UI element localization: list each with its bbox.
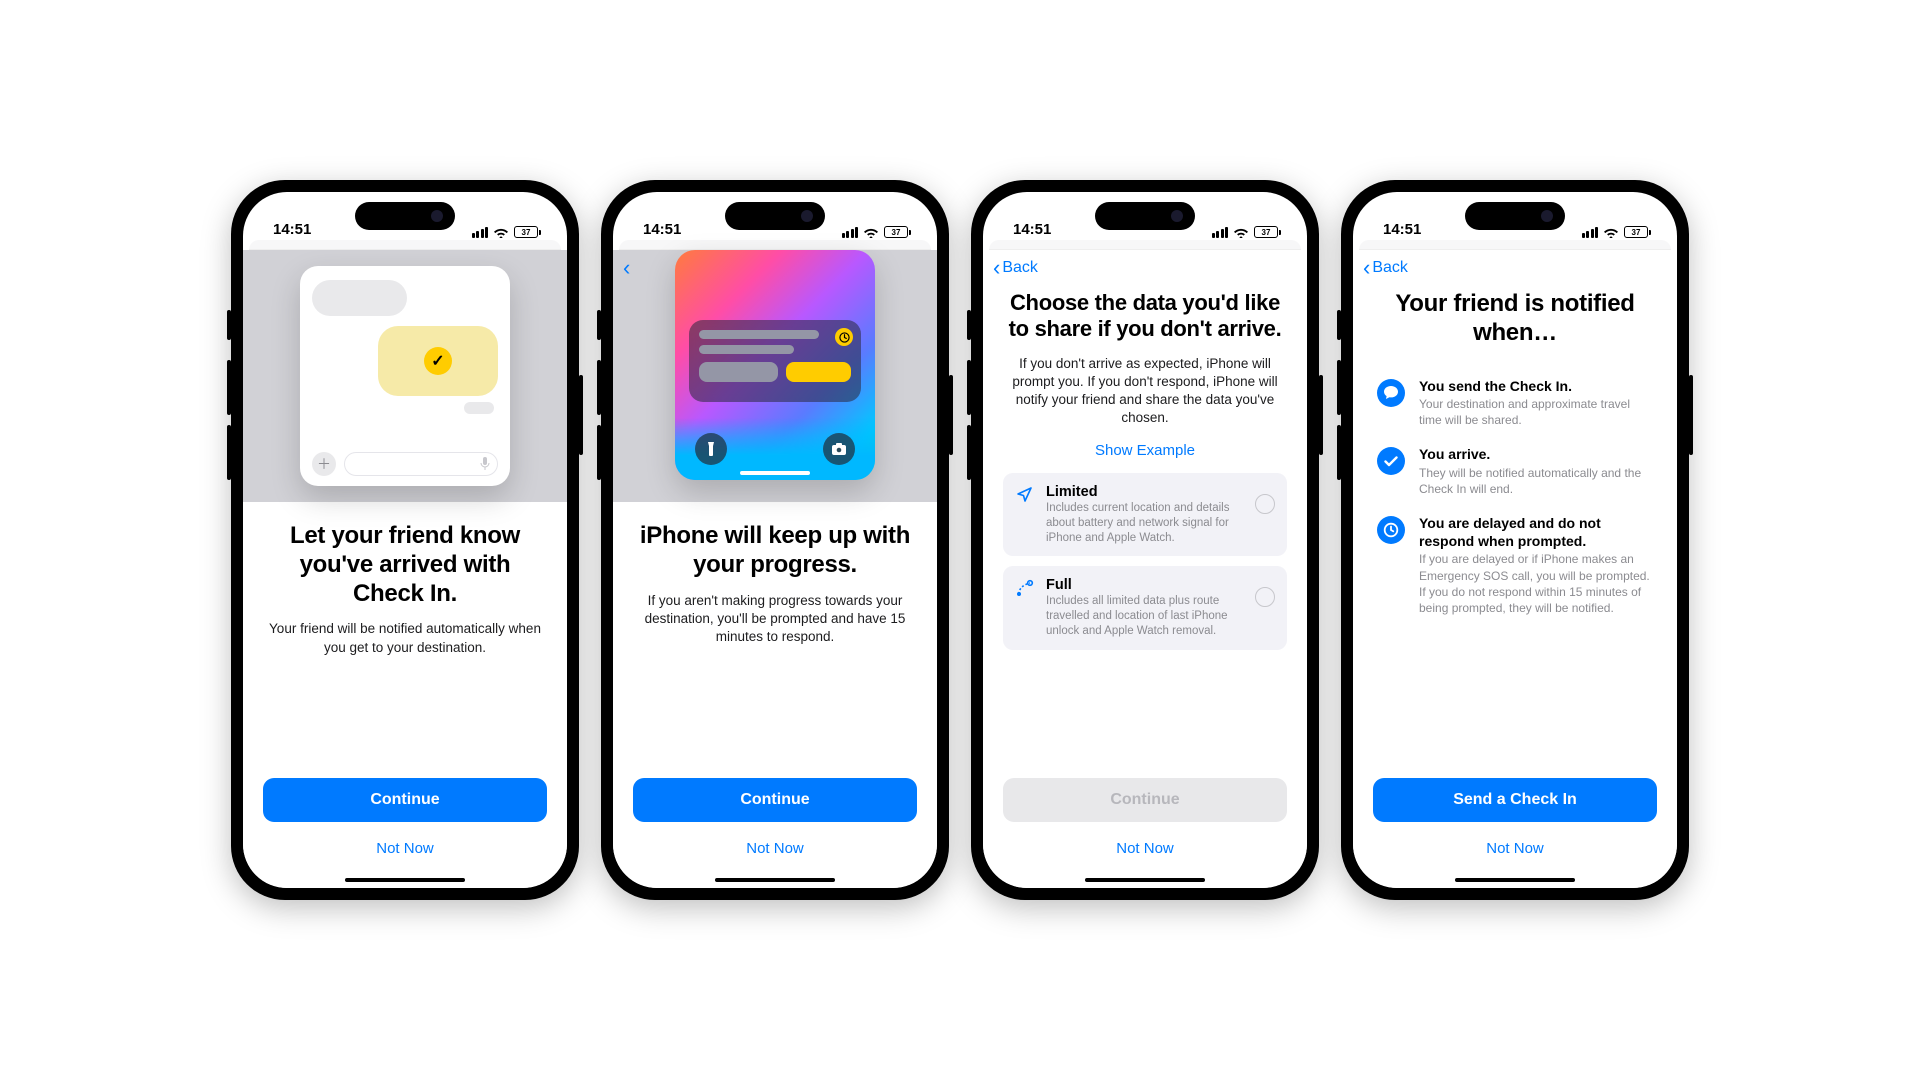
radio-unchecked-icon[interactable] [1255, 494, 1275, 514]
home-indicator[interactable] [345, 878, 465, 882]
chevron-left-icon: ‹ [623, 257, 630, 279]
option-title: Full [1046, 577, 1244, 593]
continue-button[interactable]: Continue [633, 778, 917, 822]
continue-button-disabled: Continue [1003, 778, 1287, 822]
dynamic-island [725, 202, 825, 230]
plus-icon: ＋ [312, 452, 336, 476]
route-icon [1015, 578, 1035, 598]
cellular-icon [1212, 227, 1229, 238]
battery-icon: 37 [1254, 226, 1281, 238]
incoming-tail-placeholder [464, 402, 494, 414]
option-desc: Includes current location and details ab… [1046, 501, 1244, 546]
phone-1: 14:51 37 ✓ ＋ [231, 180, 579, 900]
home-indicator[interactable] [715, 878, 835, 882]
incoming-bubble-placeholder [312, 280, 407, 316]
dynamic-island [1465, 202, 1565, 230]
page-subtitle: If you don't arrive as expected, iPhone … [1009, 355, 1281, 428]
phone-3: 14:51 37 ‹ Back Choose the data you'd li… [971, 180, 1319, 900]
item-desc: They will be notified automatically and … [1419, 465, 1653, 497]
hero-illustration: ‹ [613, 250, 937, 502]
status-time: 14:51 [1013, 221, 1051, 238]
back-button[interactable]: ‹ Back [983, 250, 1307, 286]
wifi-icon [863, 226, 879, 238]
dynamic-island [1095, 202, 1195, 230]
battery-icon: 37 [1624, 226, 1651, 238]
cellular-icon [472, 227, 489, 238]
item-title: You send the Check In. [1419, 378, 1653, 396]
item-title: You are delayed and do not respond when … [1419, 515, 1653, 550]
cellular-icon [1582, 227, 1599, 238]
send-checkin-button[interactable]: Send a Check In [1373, 778, 1657, 822]
option-desc: Includes all limited data plus route tra… [1046, 594, 1244, 639]
not-now-button[interactable]: Not Now [1003, 828, 1287, 868]
continue-button[interactable]: Continue [263, 778, 547, 822]
checkmark-icon [1377, 447, 1405, 475]
location-arrow-icon [1015, 485, 1035, 503]
radio-unchecked-icon[interactable] [1255, 587, 1275, 607]
check-badge-icon: ✓ [424, 347, 452, 375]
mic-icon [480, 457, 490, 471]
status-time: 14:51 [273, 221, 311, 238]
dynamic-island [355, 202, 455, 230]
list-item: You send the Check In. Your destination … [1373, 378, 1657, 429]
camera-icon [823, 433, 855, 465]
sheet-handle [1359, 240, 1671, 250]
cellular-icon [842, 227, 859, 238]
flashlight-icon [695, 433, 727, 465]
hero-illustration: ✓ ＋ [243, 250, 567, 502]
item-desc: If you are delayed or if iPhone makes an… [1419, 551, 1653, 616]
page-title: Your friend is notified when… [1373, 290, 1657, 348]
list-item: You arrive. They will be notified automa… [1373, 446, 1657, 497]
home-indicator[interactable] [1455, 878, 1575, 882]
status-time: 14:51 [643, 221, 681, 238]
message-input-placeholder [344, 452, 498, 476]
page-title: Choose the data you'd like to share if y… [1003, 290, 1287, 343]
list-item: You are delayed and do not respond when … [1373, 515, 1657, 616]
back-button[interactable]: ‹ [613, 250, 642, 286]
option-title: Limited [1046, 484, 1244, 500]
phone-4: 14:51 37 ‹ Back Your friend is notified … [1341, 180, 1689, 900]
item-title: You arrive. [1419, 446, 1653, 464]
wifi-icon [493, 226, 509, 238]
chat-bubble-icon [1377, 379, 1405, 407]
home-indicator[interactable] [1085, 878, 1205, 882]
battery-icon: 37 [884, 226, 911, 238]
not-now-button[interactable]: Not Now [263, 828, 547, 868]
page-title: iPhone will keep up with your progress. [633, 522, 917, 580]
sheet-handle [249, 240, 561, 250]
sheet-handle [989, 240, 1301, 250]
back-button[interactable]: ‹ Back [1353, 250, 1677, 286]
chevron-left-icon: ‹ [1363, 257, 1370, 279]
option-full[interactable]: Full Includes all limited data plus rout… [1003, 566, 1287, 650]
status-time: 14:51 [1383, 221, 1421, 238]
not-now-button[interactable]: Not Now [1373, 828, 1657, 868]
clock-icon [1377, 516, 1405, 544]
item-desc: Your destination and approximate travel … [1419, 396, 1653, 428]
wifi-icon [1603, 226, 1619, 238]
page-subtitle: Your friend will be notified automatical… [269, 620, 541, 656]
sheet-handle [619, 240, 931, 250]
option-limited[interactable]: Limited Includes current location and de… [1003, 473, 1287, 557]
page-title: Let your friend know you've arrived with… [263, 522, 547, 608]
show-example-link[interactable]: Show Example [1003, 442, 1287, 459]
back-label: Back [1372, 259, 1408, 277]
not-now-button[interactable]: Not Now [633, 828, 917, 868]
back-label: Back [1002, 259, 1038, 277]
checkin-bubble: ✓ [378, 326, 498, 396]
chevron-left-icon: ‹ [993, 257, 1000, 279]
battery-icon: 37 [514, 226, 541, 238]
phone-2: 14:51 37 ‹ [601, 180, 949, 900]
wifi-icon [1233, 226, 1249, 238]
clock-badge-icon [835, 328, 853, 346]
page-subtitle: If you aren't making progress towards yo… [639, 592, 911, 647]
